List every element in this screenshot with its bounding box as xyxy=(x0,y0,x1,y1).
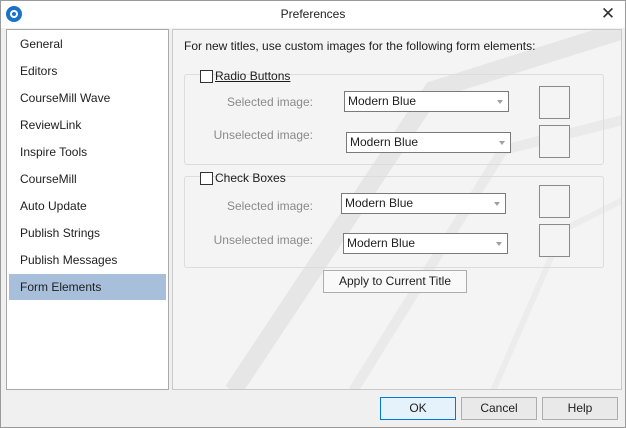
radio-unselected-image-preview xyxy=(539,125,570,158)
radio-unselected-image-dropdown[interactable]: Modern Blue xyxy=(346,132,511,153)
radio-buttons-label: Radio Buttons xyxy=(215,69,291,83)
chevron-down-icon xyxy=(499,141,505,145)
sidebar-item-coursemill-wave[interactable]: CourseMill Wave xyxy=(9,85,166,111)
check-boxes-check[interactable] xyxy=(200,171,213,185)
preferences-window: Preferences ✕ General Editors CourseMill… xyxy=(0,0,626,428)
sidebar-item-reviewlink[interactable]: ReviewLink xyxy=(9,112,166,138)
radio-selected-image-value: Modern Blue xyxy=(348,94,417,108)
cancel-button[interactable]: Cancel xyxy=(461,397,537,420)
close-icon[interactable]: ✕ xyxy=(599,4,617,24)
radio-selected-image-dropdown[interactable]: Modern Blue xyxy=(344,91,509,112)
radio-selected-image-preview xyxy=(539,86,570,119)
ok-button[interactable]: OK xyxy=(380,397,456,420)
check-unselected-image-dropdown[interactable]: Modern Blue xyxy=(343,233,508,254)
radio-unselected-image-label: Unselected image: xyxy=(213,128,313,142)
apply-to-current-title-button[interactable]: Apply to Current Title xyxy=(323,270,467,293)
radio-buttons-check[interactable] xyxy=(200,69,213,83)
check-unselected-image-label: Unselected image: xyxy=(213,233,313,247)
check-boxes-label: Check Boxes xyxy=(215,171,286,185)
check-unselected-image-value: Modern Blue xyxy=(347,236,416,250)
window-title: Preferences xyxy=(280,7,346,21)
sidebar-item-editors[interactable]: Editors xyxy=(9,58,166,84)
sidebar-item-inspire-tools[interactable]: Inspire Tools xyxy=(9,139,166,165)
check-selected-image-value: Modern Blue xyxy=(345,196,414,210)
radio-buttons-checkbox[interactable]: Radio Buttons xyxy=(200,68,290,84)
category-list: General Editors CourseMill Wave ReviewLi… xyxy=(6,29,169,390)
intro-text: For new titles, use custom images for th… xyxy=(184,39,536,53)
check-selected-image-label: Selected image: xyxy=(226,199,313,213)
sidebar-item-general[interactable]: General xyxy=(9,31,166,57)
check-selected-image-preview xyxy=(539,185,570,218)
title-bar: Preferences ✕ xyxy=(1,1,625,28)
chevron-down-icon xyxy=(497,100,503,104)
sidebar-item-form-elements[interactable]: Form Elements xyxy=(9,274,166,300)
radio-selected-image-label: Selected image: xyxy=(226,95,313,109)
check-selected-image-dropdown[interactable]: Modern Blue xyxy=(341,193,506,214)
sidebar-item-auto-update[interactable]: Auto Update xyxy=(9,193,166,219)
sidebar-item-publish-strings[interactable]: Publish Strings xyxy=(9,220,166,246)
sidebar-item-coursemill[interactable]: CourseMill xyxy=(9,166,166,192)
sidebar-item-publish-messages[interactable]: Publish Messages xyxy=(9,247,166,273)
help-button[interactable]: Help xyxy=(542,397,618,420)
form-elements-panel: For new titles, use custom images for th… xyxy=(172,29,622,390)
radio-unselected-image-value: Modern Blue xyxy=(350,135,419,149)
chevron-down-icon xyxy=(494,202,500,206)
check-unselected-image-preview xyxy=(539,224,570,257)
check-boxes-checkbox[interactable]: Check Boxes xyxy=(200,170,286,186)
chevron-down-icon xyxy=(496,242,502,246)
